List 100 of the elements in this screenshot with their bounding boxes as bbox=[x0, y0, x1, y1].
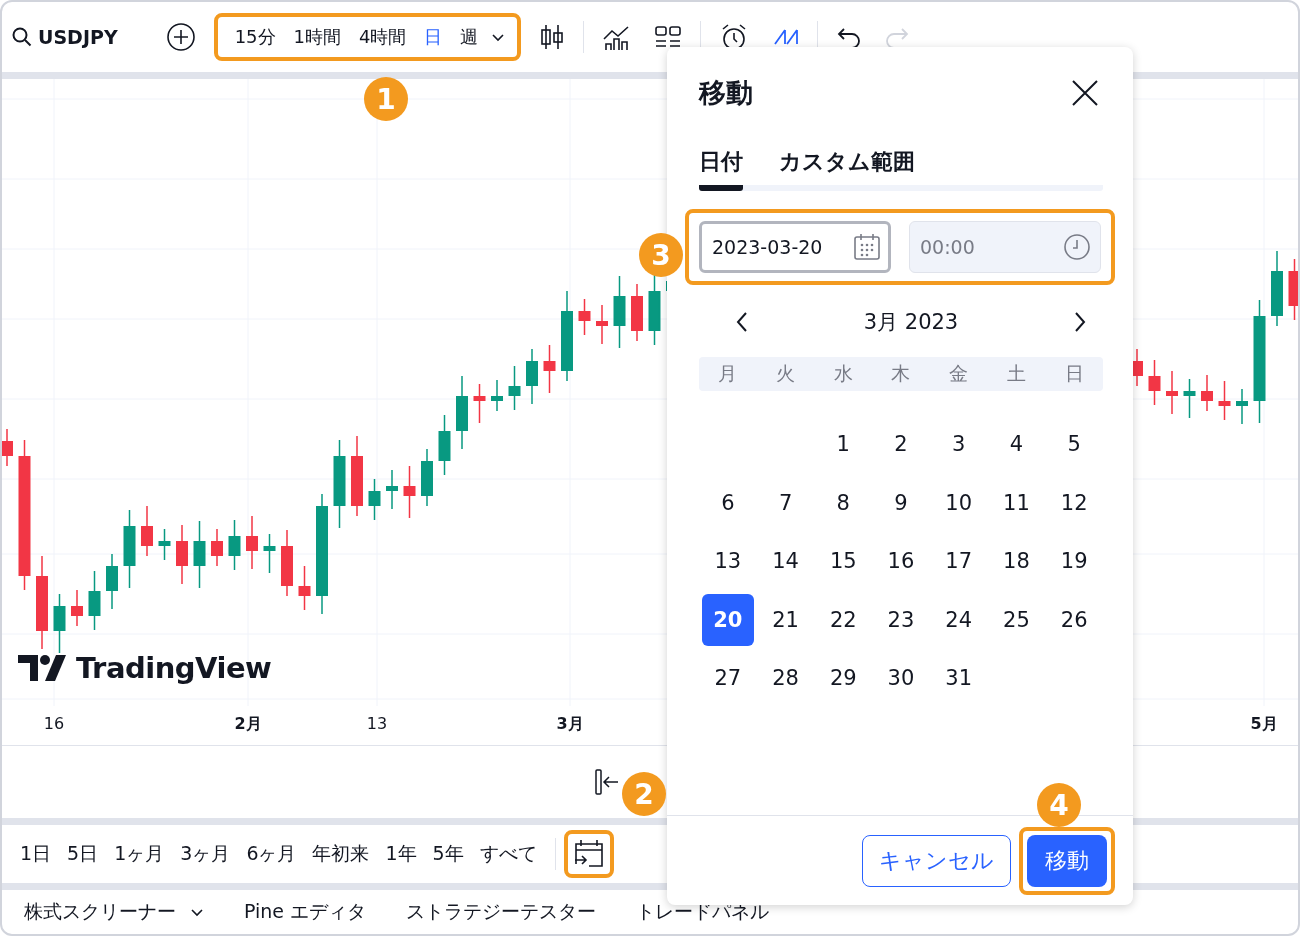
weekday-label: 水 bbox=[832, 361, 854, 386]
candle bbox=[1183, 378, 1196, 419]
cancel-button[interactable]: キャンセル bbox=[862, 834, 1011, 887]
axis-label: 2月 bbox=[234, 714, 262, 735]
calendar-day[interactable]: 4 bbox=[990, 418, 1043, 471]
weekday-label: 日 bbox=[1063, 361, 1085, 386]
calendar-day[interactable]: 8 bbox=[817, 476, 870, 529]
calendar-day[interactable]: 29 bbox=[817, 652, 870, 705]
calendar-day[interactable]: 17 bbox=[932, 535, 985, 588]
candle bbox=[211, 528, 223, 567]
candle bbox=[53, 593, 66, 654]
candle bbox=[1218, 380, 1231, 421]
candle bbox=[263, 533, 276, 574]
axis-label: 3月 bbox=[556, 714, 584, 735]
calendar-day[interactable]: 15 bbox=[817, 535, 870, 588]
range-button[interactable]: 5日 bbox=[59, 837, 107, 871]
calendar-icon bbox=[853, 233, 881, 261]
range-button[interactable]: 1ヶ月 bbox=[106, 837, 173, 871]
calendar-day[interactable]: 16 bbox=[875, 535, 927, 588]
panel-tab[interactable]: Pine エディタ bbox=[244, 899, 367, 925]
interval-button[interactable]: 日 bbox=[415, 21, 452, 53]
candle bbox=[1236, 388, 1248, 425]
axis-label: 13 bbox=[366, 714, 388, 733]
weekday-label: 月 bbox=[717, 361, 739, 386]
range-button[interactable]: 年初来 bbox=[304, 837, 378, 871]
range-button[interactable]: すべて bbox=[471, 837, 545, 871]
candle bbox=[491, 379, 503, 412]
range-button[interactable]: 1年 bbox=[377, 837, 425, 871]
calendar-day[interactable]: 31 bbox=[932, 652, 985, 705]
dialog-tab[interactable]: 日付 bbox=[699, 147, 743, 191]
calendar-day[interactable]: 20 bbox=[701, 593, 754, 646]
interval-button[interactable]: 1時間 bbox=[284, 21, 350, 53]
dialog-tab[interactable]: カスタム範囲 bbox=[779, 147, 915, 191]
candle bbox=[508, 365, 521, 411]
candle bbox=[281, 529, 293, 597]
candle bbox=[648, 274, 661, 346]
date-field[interactable]: 2023-03-20 bbox=[699, 221, 891, 273]
candle bbox=[631, 283, 643, 342]
candle bbox=[1288, 258, 1298, 321]
weekday-label: 木 bbox=[890, 361, 912, 386]
candle bbox=[88, 570, 101, 631]
range-button[interactable]: 1日 bbox=[12, 837, 60, 871]
calendar-day[interactable]: 23 bbox=[875, 593, 927, 646]
candle bbox=[403, 465, 416, 519]
candle bbox=[1148, 359, 1161, 406]
candle bbox=[596, 304, 608, 345]
interval-button[interactable]: 4時間 bbox=[350, 21, 416, 53]
calendar-day[interactable]: 25 bbox=[990, 593, 1043, 646]
calendar-day[interactable]: 24 bbox=[932, 593, 985, 646]
symbol-search[interactable]: USDJPY bbox=[12, 26, 118, 48]
range-button[interactable]: 3ヶ月 bbox=[172, 837, 239, 871]
calendar-day[interactable]: 28 bbox=[759, 652, 812, 705]
goto-date-button[interactable] bbox=[563, 830, 614, 878]
candle bbox=[228, 519, 241, 571]
candle bbox=[298, 565, 311, 611]
month-label: 3月 2023 bbox=[863, 309, 959, 336]
calendar-day[interactable]: 22 bbox=[817, 593, 870, 646]
calendar-day[interactable]: 6 bbox=[701, 476, 754, 529]
calendar-day[interactable]: 27 bbox=[701, 652, 754, 705]
range-button[interactable]: 6ヶ月 bbox=[238, 837, 305, 871]
calendar-day[interactable]: 30 bbox=[875, 652, 927, 705]
range-button[interactable]: 5年 bbox=[424, 837, 472, 871]
candle bbox=[158, 528, 171, 561]
panel-tab[interactable]: 株式スクリーナー bbox=[24, 899, 204, 925]
logo-text: TradingView bbox=[76, 651, 272, 685]
go-button[interactable]: 移動 bbox=[1027, 834, 1107, 887]
candle bbox=[1201, 374, 1213, 412]
candle bbox=[368, 478, 381, 521]
plus-circle-icon bbox=[165, 22, 196, 52]
chevron-down-icon bbox=[190, 907, 204, 917]
calendar-day[interactable]: 2 bbox=[875, 418, 927, 471]
calendar-day[interactable]: 18 bbox=[990, 535, 1043, 588]
calendar-day[interactable]: 3 bbox=[932, 418, 985, 471]
calendar-day[interactable]: 13 bbox=[701, 535, 754, 588]
calendar-day[interactable]: 14 bbox=[759, 535, 812, 588]
candle bbox=[438, 414, 451, 476]
calendar-day[interactable]: 19 bbox=[1048, 535, 1101, 588]
calendar-day[interactable]: 1 bbox=[817, 418, 870, 471]
interval-button[interactable]: 15分 bbox=[225, 21, 285, 53]
calendar-day[interactable]: 12 bbox=[1048, 476, 1101, 529]
weekday-label: 土 bbox=[1005, 361, 1027, 386]
candle bbox=[421, 448, 433, 507]
calendar-day[interactable]: 11 bbox=[990, 476, 1043, 529]
calendar-day[interactable]: 9 bbox=[875, 476, 927, 529]
panel-tab[interactable]: ストラテジーテスター bbox=[406, 899, 597, 925]
logo-icon bbox=[18, 655, 66, 681]
interval-button[interactable]: 週 bbox=[451, 21, 488, 53]
candle bbox=[543, 344, 556, 394]
step-badge: 1 bbox=[364, 77, 408, 121]
calendar-day[interactable]: 26 bbox=[1048, 593, 1101, 646]
calendar-day[interactable]: 10 bbox=[932, 476, 985, 529]
candle bbox=[578, 298, 591, 336]
calendar-day[interactable]: 21 bbox=[759, 593, 812, 646]
calendar-day[interactable]: 5 bbox=[1048, 418, 1101, 471]
step-badge: 3 bbox=[639, 233, 683, 277]
candle bbox=[246, 515, 258, 570]
weekday-label: 金 bbox=[948, 361, 970, 386]
calendar-arrow-icon bbox=[572, 838, 605, 870]
clock-icon bbox=[1063, 233, 1091, 261]
calendar-day[interactable]: 7 bbox=[759, 476, 812, 529]
